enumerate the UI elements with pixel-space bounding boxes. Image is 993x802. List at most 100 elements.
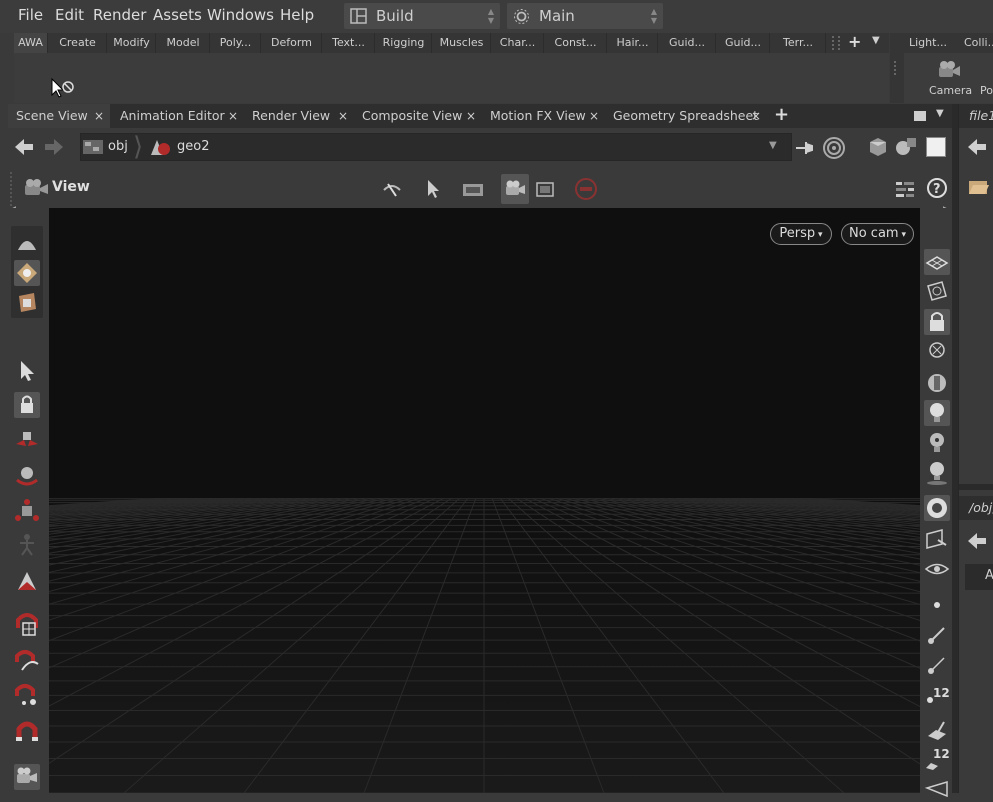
right-lower-tab-label[interactable]: /obj, xyxy=(969,500,993,515)
select-dynamics-button[interactable] xyxy=(14,290,40,316)
back-arrow-icon[interactable] xyxy=(14,138,34,156)
shelf-tab-deform[interactable]: Deform xyxy=(262,33,322,53)
add-shelf-tab-icon[interactable]: + xyxy=(848,32,861,51)
path-node[interactable]: geo2 xyxy=(177,139,209,154)
shelf-tab-modify[interactable]: Modify xyxy=(108,33,156,53)
menu-windows[interactable]: Windows xyxy=(207,6,274,24)
display-box-icon[interactable] xyxy=(866,135,888,157)
context-dropdown[interactable]: Main ▲ ▼ xyxy=(507,3,663,29)
stop-icon[interactable] xyxy=(574,177,598,201)
shelf-tab-const[interactable]: Const... xyxy=(545,33,607,53)
projection-menu-button[interactable]: Persp ▾ xyxy=(770,223,832,245)
camera-view-toggle[interactable] xyxy=(501,174,529,204)
3d-viewport[interactable]: Persp ▾ No cam ▾ xyxy=(49,208,920,793)
point-display-button[interactable] xyxy=(924,592,950,618)
link-target-icon[interactable] xyxy=(822,136,846,160)
shelf-tab-guid-2[interactable]: Guid... xyxy=(717,33,770,53)
reference-plane-button[interactable] xyxy=(924,278,950,304)
select-tool-icon[interactable] xyxy=(422,178,446,202)
shelf-tab-terr[interactable]: Terr... xyxy=(771,33,826,53)
right-pane-tab-label[interactable]: file1 xyxy=(969,108,993,123)
view-tool-icon[interactable] xyxy=(380,178,404,202)
tab-composite-view[interactable]: Composite View × xyxy=(354,104,482,128)
back-arrow-icon[interactable] xyxy=(967,138,987,156)
shelf-tab-awa[interactable]: AWA xyxy=(14,33,48,53)
camera-tool-icon[interactable] xyxy=(936,59,962,81)
shelf-tab-guid-1[interactable]: Guid... xyxy=(659,33,716,53)
main-right-splitter[interactable] xyxy=(952,104,958,793)
snap-grid-button[interactable] xyxy=(14,612,40,638)
select-objects-button[interactable] xyxy=(14,230,40,256)
camera-capture-icon[interactable] xyxy=(460,178,488,202)
shelf-tab-char[interactable]: Char... xyxy=(492,33,544,53)
snapshot-icon[interactable] xyxy=(535,180,557,200)
close-icon[interactable]: × xyxy=(94,104,104,128)
shelf-menu-arrow-icon[interactable]: ▼ xyxy=(872,35,880,46)
menu-render[interactable]: Render xyxy=(93,6,146,24)
tab-render-view[interactable]: Render View × xyxy=(244,104,354,128)
visualize-button[interactable] xyxy=(924,556,950,582)
shelf-tab-model[interactable]: Model xyxy=(157,33,210,53)
menu-edit[interactable]: Edit xyxy=(55,6,84,24)
prim-numbers-button[interactable]: 12 xyxy=(924,746,950,772)
shelf-tab-scroll-handle[interactable] xyxy=(832,36,840,50)
right-panel-splitter[interactable] xyxy=(959,484,993,490)
shelf-tab-muscles[interactable]: Muscles xyxy=(433,33,491,53)
scale-tool-button[interactable] xyxy=(14,498,40,524)
close-icon[interactable]: × xyxy=(589,104,599,128)
snap-curve-button[interactable] xyxy=(14,648,40,674)
shelf-tab-rigging[interactable]: Rigging xyxy=(376,33,432,53)
help-icon[interactable]: ? xyxy=(926,177,948,199)
point-numbers-button[interactable]: 12 xyxy=(924,684,950,710)
folder-open-icon[interactable] xyxy=(967,176,991,198)
headlight-button[interactable] xyxy=(924,370,950,396)
camera-tool-button[interactable] xyxy=(14,764,40,790)
display-options-icon[interactable] xyxy=(894,178,916,200)
pose-tool-button[interactable] xyxy=(14,532,40,558)
normal-lighting-button[interactable] xyxy=(924,400,950,426)
camera-menu-button[interactable]: No cam ▾ xyxy=(841,223,914,245)
menu-file[interactable]: File xyxy=(18,6,43,24)
shelf-tab-light[interactable]: Light... xyxy=(909,36,947,49)
path-field[interactable]: obj ⟩ geo2 ▼ xyxy=(80,132,792,162)
display-shapes-icon[interactable] xyxy=(894,135,920,159)
right-lower-field[interactable]: A xyxy=(965,564,993,590)
snap-toggle-button[interactable] xyxy=(14,718,40,744)
close-icon[interactable]: × xyxy=(228,104,238,128)
menu-help[interactable]: Help xyxy=(280,6,314,24)
forward-arrow-icon[interactable] xyxy=(44,138,64,156)
backface-button[interactable] xyxy=(924,526,950,552)
close-icon[interactable]: × xyxy=(751,104,761,128)
move-tool-button[interactable] xyxy=(14,426,40,452)
background-color-swatch[interactable] xyxy=(926,137,946,157)
shading-mode-button[interactable] xyxy=(924,495,950,521)
lock-selection-button[interactable] xyxy=(14,392,40,418)
shelf-tab-text[interactable]: Text... xyxy=(323,33,375,53)
hull-display-button[interactable] xyxy=(924,776,950,802)
vertex-normals-button[interactable] xyxy=(924,652,950,678)
rotate-tool-button[interactable] xyxy=(14,462,40,488)
normals-display-button[interactable] xyxy=(924,622,950,648)
lock-camera-button[interactable] xyxy=(924,309,950,335)
back-arrow-icon[interactable] xyxy=(967,532,987,550)
close-icon[interactable]: × xyxy=(338,104,348,128)
pane-menu-arrow-icon[interactable]: ▼ xyxy=(936,108,944,119)
close-icon[interactable]: × xyxy=(466,104,476,128)
menu-assets[interactable]: Assets xyxy=(153,6,202,24)
desktop-dropdown[interactable]: Build ▲ ▼ xyxy=(344,3,500,29)
prim-normals-button[interactable] xyxy=(924,716,950,742)
handle-tool-button[interactable] xyxy=(14,568,40,594)
select-geometry-button[interactable] xyxy=(14,260,40,286)
path-root[interactable]: obj xyxy=(108,139,128,154)
high-quality-lighting-button[interactable] xyxy=(924,430,950,456)
shelf-tab-create[interactable]: Create xyxy=(49,33,107,53)
shelf-tab-hair[interactable]: Hair... xyxy=(608,33,658,53)
snap-points-button[interactable] xyxy=(14,682,40,708)
tab-geometry-spreadsheet[interactable]: Geometry Spreadsheet × xyxy=(605,104,767,128)
pin-icon[interactable] xyxy=(794,138,816,158)
shelf-tab-poly[interactable]: Poly... xyxy=(211,33,261,53)
shelf-tab-colli[interactable]: Colli... xyxy=(964,36,993,49)
tab-motion-fx-view[interactable]: Motion FX View × xyxy=(482,104,605,128)
ghost-other-button[interactable] xyxy=(924,339,950,365)
tab-scene-view[interactable]: Scene View × xyxy=(8,104,110,128)
